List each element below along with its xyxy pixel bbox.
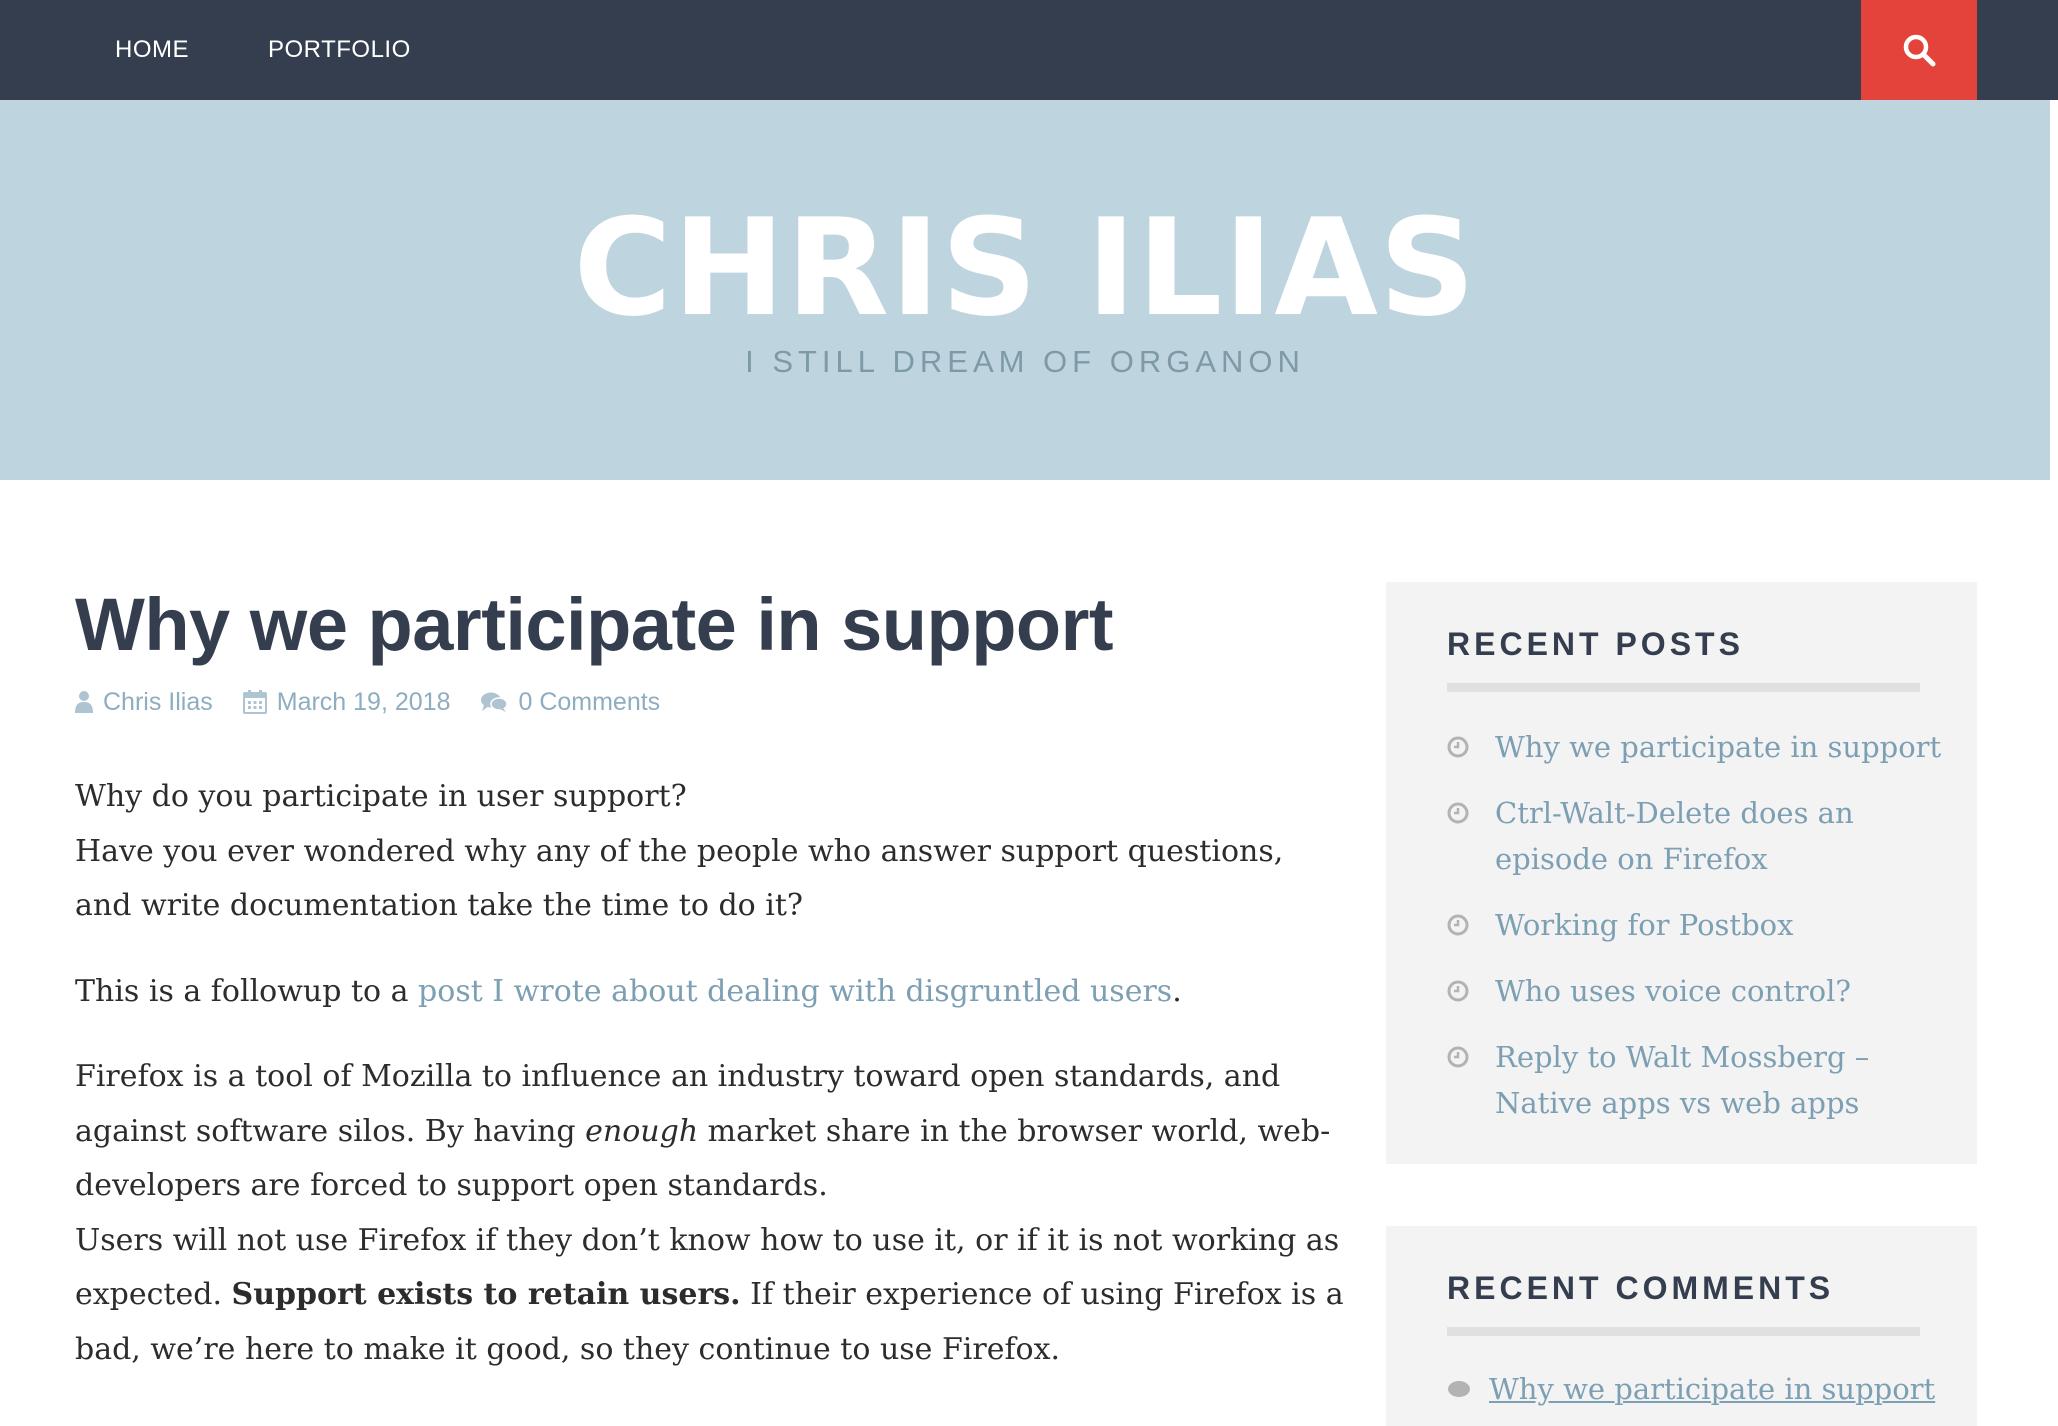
- site-tagline: I STILL DREAM OF ORGANON: [745, 344, 1305, 379]
- site-title[interactable]: CHRIS ILIAS: [0, 198, 2050, 338]
- nav-portfolio-link[interactable]: PORTFOLIO: [268, 0, 411, 100]
- recent-post-link[interactable]: Ctrl-Walt-Delete does an episode on Fire…: [1495, 796, 1854, 876]
- top-navigation: HOME PORTFOLIO: [0, 0, 2058, 100]
- post-text: .: [1172, 973, 1182, 1009]
- search-icon: [1903, 34, 1936, 67]
- post-date[interactable]: March 19, 2018: [242, 687, 451, 717]
- post-title: Why we participate in support: [75, 583, 1114, 666]
- recent-comments-widget: RECENT COMMENTS Why we participate in su…: [1386, 1226, 1977, 1426]
- recent-post-link[interactable]: Reply to Walt Mossberg – Native apps vs …: [1495, 1040, 1869, 1120]
- recent-comment-item: Why we participate in support: [1447, 1366, 1935, 1412]
- recent-comment-link[interactable]: Why we participate in support: [1489, 1372, 1935, 1406]
- calendar-icon: [242, 690, 267, 714]
- recent-posts-widget: RECENT POSTS Why we participate in suppo…: [1386, 582, 1977, 1164]
- recent-post-link[interactable]: Working for Postbox: [1495, 908, 1793, 942]
- clock-icon: [1447, 980, 1469, 1002]
- clock-icon: [1447, 1046, 1469, 1068]
- recent-post-item: Why we participate in support: [1447, 724, 1947, 770]
- widget-divider: [1447, 1327, 1920, 1336]
- clock-icon: [1447, 736, 1469, 758]
- clock-icon: [1447, 802, 1469, 824]
- post-comments-count: 0 Comments: [518, 687, 661, 716]
- recent-post-link[interactable]: Why we participate in support: [1495, 730, 1941, 764]
- post-text: This is a followup to a: [75, 973, 419, 1009]
- post-text: Why do you participate in user support?: [75, 779, 687, 814]
- nav-home-link[interactable]: HOME: [115, 0, 189, 100]
- post-text: Have you ever wondered why any of the pe…: [75, 833, 1284, 924]
- post-author[interactable]: Chris Ilias: [75, 688, 213, 717]
- clock-icon: [1447, 914, 1469, 936]
- disgruntled-users-post-link[interactable]: post I wrote about dealing with disgrunt…: [418, 974, 1172, 1009]
- recent-posts-title: RECENT POSTS: [1447, 626, 1744, 662]
- recent-comments-title: RECENT COMMENTS: [1447, 1270, 1835, 1306]
- user-icon: [75, 691, 93, 713]
- recent-post-item: Who uses voice control?: [1447, 968, 1947, 1014]
- post-content: Why do you participate in user support? …: [75, 770, 1345, 1408]
- post-paragraph: Why do you participate in user support? …: [75, 770, 1345, 934]
- recent-post-link[interactable]: Who uses voice control?: [1495, 974, 1851, 1008]
- site-header: CHRIS ILIAS I STILL DREAM OF ORGANON: [0, 100, 2050, 480]
- comment-icon: [1448, 1381, 1470, 1397]
- post-comments-link[interactable]: 0 Comments: [480, 688, 660, 717]
- post-date-text: March 19, 2018: [276, 687, 451, 716]
- comments-icon: [481, 692, 509, 712]
- post-paragraph: This is a followup to a post I wrote abo…: [75, 965, 1345, 1020]
- recent-post-item: Ctrl-Walt-Delete does an episode on Fire…: [1447, 790, 1947, 882]
- widget-divider: [1447, 683, 1920, 692]
- recent-post-item: Reply to Walt Mossberg – Native apps vs …: [1447, 1034, 1947, 1126]
- post-bold: Support exists to retain users.: [231, 1277, 741, 1312]
- post-emphasis: enough: [585, 1113, 699, 1149]
- post-paragraph: Firefox is a tool of Mozilla to influenc…: [75, 1050, 1345, 1377]
- search-button[interactable]: [1861, 0, 1977, 100]
- recent-post-item: Working for Postbox: [1447, 902, 1947, 948]
- recent-posts-list: Why we participate in support Ctrl-Walt-…: [1447, 724, 1947, 1146]
- post-meta: Chris Ilias March 19, 2018 0 Comments: [75, 682, 690, 722]
- post-author-name: Chris Ilias: [103, 687, 213, 716]
